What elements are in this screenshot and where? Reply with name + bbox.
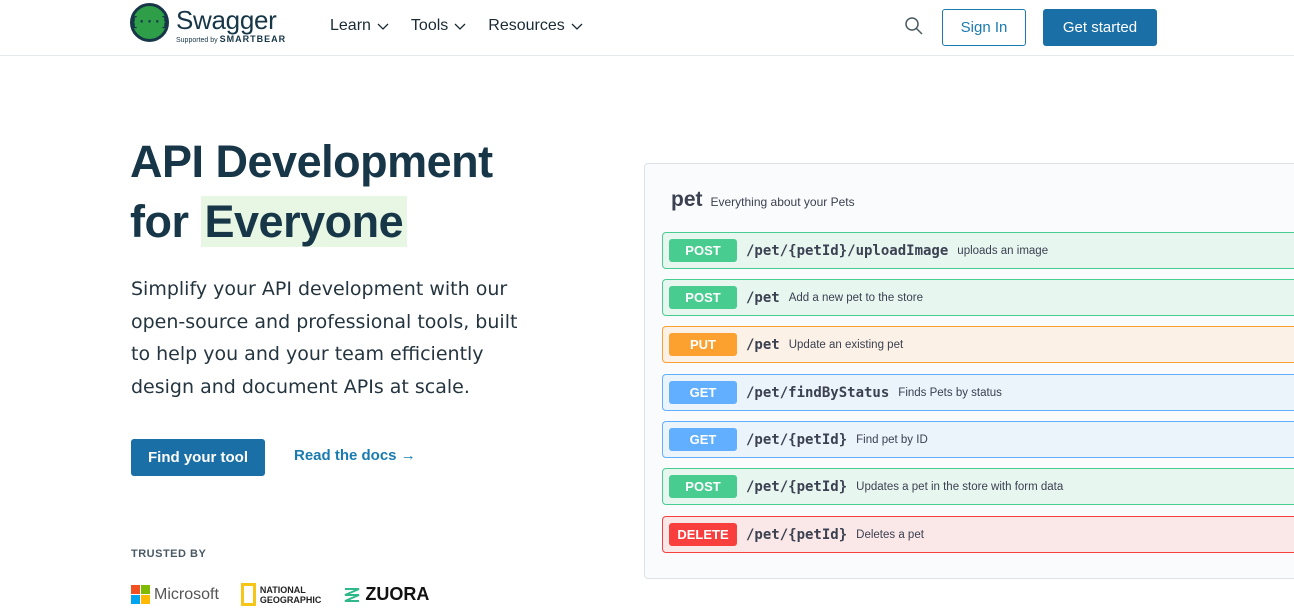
national-geographic-logo: NATIONAL GEOGRAPHIC [240, 583, 321, 606]
api-operation[interactable]: POST /pet Add a new pet to the store [662, 279, 1294, 316]
http-method-badge: PUT [669, 333, 737, 356]
get-started-button[interactable]: Get started [1043, 9, 1157, 46]
sign-in-button[interactable]: Sign In [942, 9, 1026, 46]
api-docs-preview: pet Everything about your Pets POST /pet… [644, 163, 1294, 579]
http-method-badge: POST [669, 239, 737, 262]
operation-path: /pet/{petId} [746, 431, 848, 448]
operation-summary: uploads an image [957, 244, 1049, 257]
national-geographic-icon [240, 583, 256, 606]
operation-summary: Finds Pets by status [898, 386, 1002, 399]
operation-summary: Update an existing pet [788, 338, 904, 351]
top-navbar: {···} Swagger Supported by SMARTBEAR Lea… [0, 0, 1294, 56]
zuora-icon [345, 587, 360, 602]
nav-resources[interactable]: Resources [488, 17, 583, 35]
find-your-tool-button[interactable]: Find your tool [131, 439, 265, 476]
http-method-badge: GET [669, 381, 737, 404]
api-operation[interactable]: GET /pet/findByStatus Finds Pets by stat… [662, 374, 1294, 411]
swagger-logo[interactable]: {···} Swagger Supported by SMARTBEAR [130, 3, 286, 46]
api-operation[interactable]: GET /pet/{petId} Find pet by ID [662, 421, 1294, 458]
read-the-docs-link[interactable]: Read the docs → [294, 447, 416, 464]
api-tag-description: Everything about your Pets [710, 195, 855, 209]
api-tag-name: pet [671, 188, 703, 211]
hero-description: Simplify your API development with our o… [131, 278, 518, 398]
hero-title: API Development for Everyone [130, 136, 493, 247]
http-method-badge: GET [669, 428, 737, 451]
operation-summary: Find pet by ID [856, 433, 928, 446]
microsoft-logo: Microsoft [131, 585, 219, 604]
operation-path: /pet/{petId} [746, 478, 848, 495]
chevron-down-icon [571, 23, 583, 30]
http-method-badge: DELETE [669, 523, 737, 546]
logo-subtitle: Supported by SMARTBEAR [176, 34, 287, 44]
microsoft-icon [131, 585, 150, 604]
trusted-by-label: TRUSTED BY [131, 548, 207, 560]
search-icon[interactable] [904, 16, 924, 36]
http-method-badge: POST [669, 475, 737, 498]
operation-path: /pet/{petId} [746, 526, 848, 543]
nav-links: Learn Tools Resources [330, 17, 583, 35]
api-tag-header[interactable]: pet Everything about your Pets [671, 188, 855, 212]
operation-path: /pet [746, 289, 780, 306]
operation-path: /pet/{petId}/uploadImage [746, 242, 949, 259]
trusted-logos: Microsoft NATIONAL GEOGRAPHIC ZUORA [131, 583, 429, 606]
operation-summary: Add a new pet to the store [788, 291, 923, 304]
api-operation[interactable]: POST /pet/{petId}/uploadImage uploads an… [662, 232, 1294, 269]
operation-summary: Updates a pet in the store with form dat… [856, 480, 1064, 493]
operation-path: /pet [746, 336, 780, 353]
operation-path: /pet/findByStatus [746, 384, 890, 401]
hero-title-highlight: Everyone [200, 196, 408, 247]
api-operation[interactable]: POST /pet/{petId} Updates a pet in the s… [662, 468, 1294, 505]
swagger-logo-icon: {···} [130, 3, 169, 42]
chevron-down-icon [454, 23, 466, 30]
http-method-badge: POST [669, 286, 737, 309]
zuora-logo: ZUORA [343, 584, 429, 605]
chevron-down-icon [377, 23, 389, 30]
nav-tools[interactable]: Tools [411, 17, 466, 35]
api-operation[interactable]: DELETE /pet/{petId} Deletes a pet [662, 516, 1294, 553]
operation-summary: Deletes a pet [856, 528, 924, 541]
logo-name: Swagger [176, 5, 277, 35]
api-operation[interactable]: PUT /pet Update an existing pet [662, 326, 1294, 363]
nav-learn[interactable]: Learn [330, 17, 389, 35]
